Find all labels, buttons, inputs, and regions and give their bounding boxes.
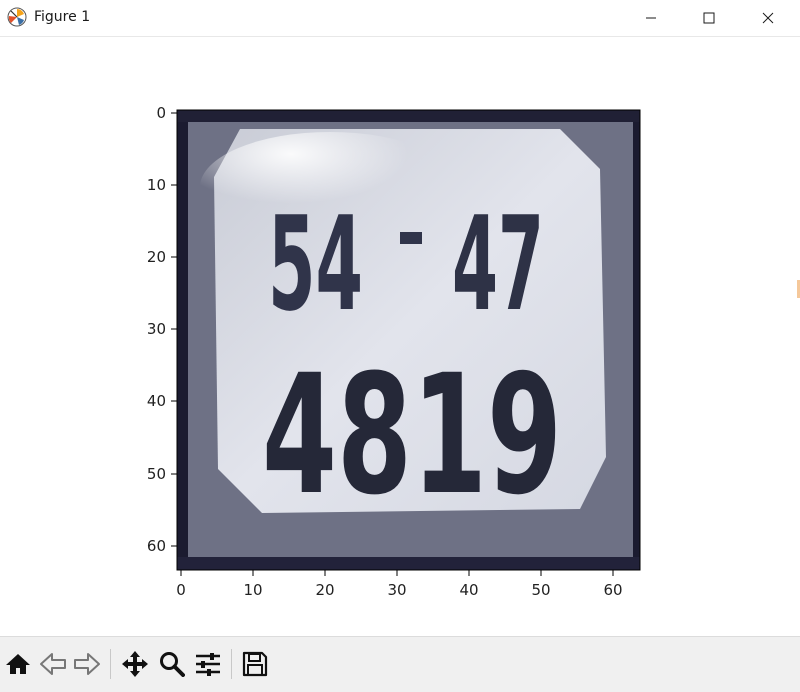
pan-button[interactable] [120,649,150,679]
x-axis: 0 10 20 30 40 50 60 [176,570,623,599]
y-tick-label: 30 [147,320,166,338]
plate-dash [400,232,422,244]
title-bar: Figure 1 [0,0,800,37]
arrow-right-icon [74,653,100,675]
configure-subplots-button[interactable] [193,649,223,679]
x-tick-label: 40 [459,581,478,599]
plate-image: 54 47 4819 [177,110,640,570]
magnifier-icon [160,652,185,677]
home-icon [6,654,30,674]
back-button[interactable] [38,649,68,679]
y-tick-label: 50 [147,465,166,483]
move-icon [122,651,148,677]
y-tick-label: 10 [147,176,166,194]
x-tick-label: 30 [387,581,406,599]
close-icon [762,12,774,24]
toolbar-separator [231,649,232,679]
x-tick-label: 0 [176,581,186,599]
x-tick-label: 60 [603,581,622,599]
y-axis: 0 10 20 30 40 50 60 [147,104,177,555]
y-tick-label: 20 [147,248,166,266]
minimize-icon [646,17,656,19]
arrow-left-icon [40,653,66,675]
home-button[interactable] [3,649,33,679]
minimize-button[interactable] [622,0,680,36]
maximize-button[interactable] [680,0,738,36]
plot-area[interactable]: 54 47 4819 0 10 20 30 40 50 60 0 10 20 3… [0,37,800,635]
toolbar-separator [110,649,111,679]
x-tick-label: 10 [243,581,262,599]
x-tick-label: 20 [315,581,334,599]
plate-bottom-number: 4819 [262,339,562,531]
figure-canvas[interactable]: 54 47 4819 0 10 20 30 40 50 60 0 10 20 3… [0,37,800,635]
forward-button[interactable] [72,649,102,679]
y-tick-label: 40 [147,392,166,410]
y-tick-label: 0 [156,104,166,122]
plate-top-right: 47 [452,188,544,340]
save-button[interactable] [240,649,270,679]
maximize-icon [703,12,715,24]
navigation-toolbar [0,636,800,692]
sliders-icon [196,653,220,676]
plate-top-left: 54 [268,188,363,340]
close-button[interactable] [739,0,797,36]
window-title: Figure 1 [34,9,91,25]
x-tick-label: 50 [531,581,550,599]
floppy-disk-icon [242,651,268,677]
y-tick-label: 60 [147,537,166,555]
matplotlib-app-icon [7,7,27,27]
zoom-button[interactable] [157,649,187,679]
